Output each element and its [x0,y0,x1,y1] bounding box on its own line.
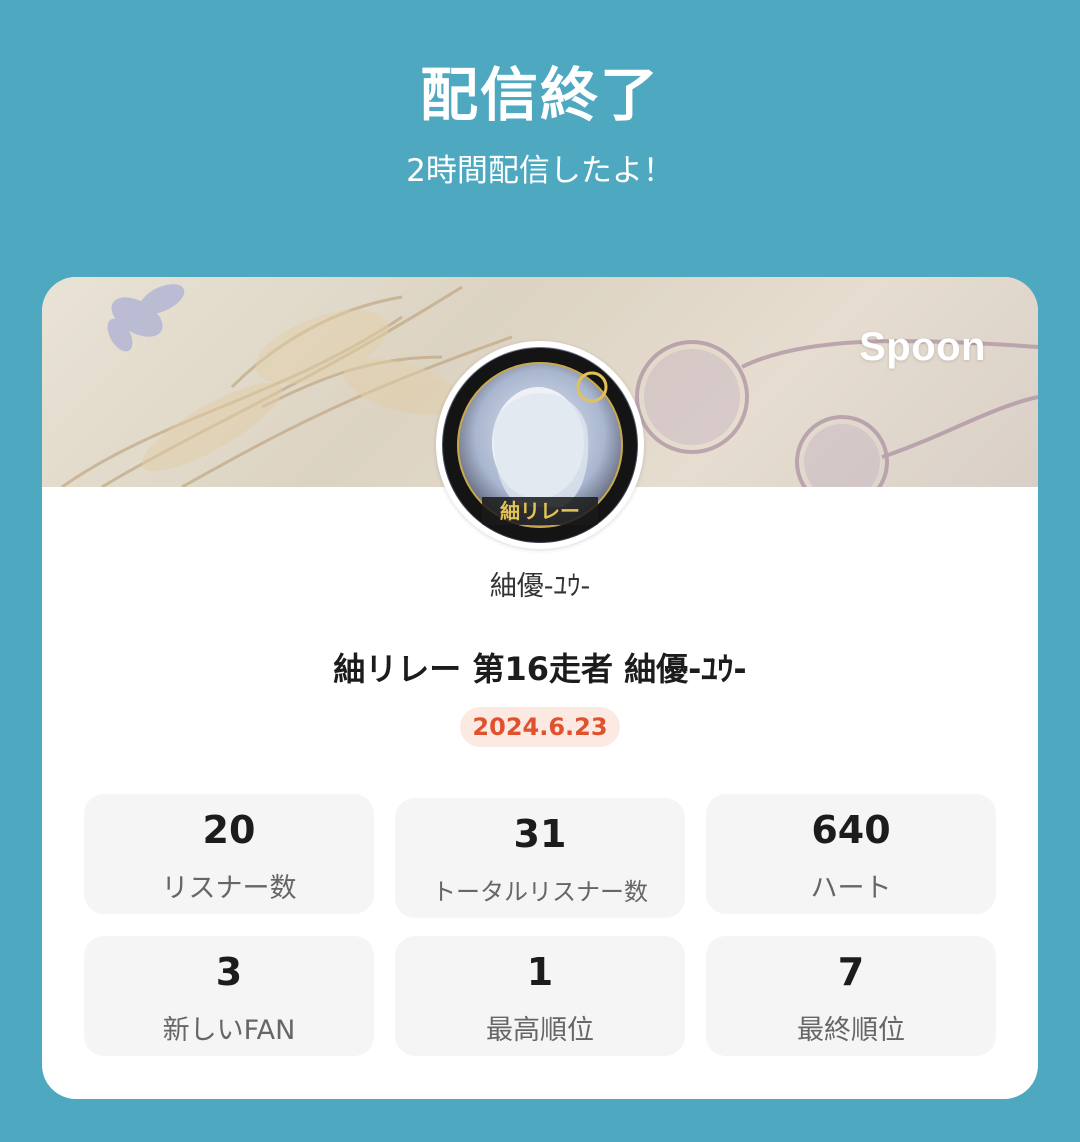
page-title: 配信終了 [419,61,660,129]
stat-label: 新しいFAN [162,1015,296,1046]
date-badge: 2024.6.23 [460,707,620,747]
live-title: 紬リレー 第16走者 紬優-ﾕｳ- [333,650,747,688]
stat-listeners: 20 リスナー数 [84,794,374,914]
stat-label: 最高順位 [486,1015,594,1046]
profile-avatar[interactable]: 紬リレー [436,341,644,549]
stat-final-rank: 7 最終順位 [706,936,996,1056]
page-subtitle: 2時間配信したよ！ [406,153,674,189]
stat-total-listeners: 31 トータルリスナー数 [395,798,685,918]
spoon-logo: Spoon [859,325,986,369]
stat-value: 3 [215,950,243,994]
live-summary-card: Spoon 紬リレー 紬優-ﾕｳ- 紬リレー 第16走者 紬優-ﾕｳ- 2024… [42,277,1038,1099]
stat-hearts: 640 ハート [706,794,996,914]
stat-value: 640 [811,808,891,852]
stat-highest-rank: 1 最高順位 [395,936,685,1056]
stat-value: 31 [513,812,567,856]
stat-value: 1 [526,950,554,994]
stat-value: 7 [837,950,865,994]
dj-name: 紬優-ﾕｳ- [489,571,591,602]
svg-text:紬リレー: 紬リレー [500,499,580,523]
stat-label: トータルリスナー数 [432,878,648,906]
stat-value: 20 [202,808,256,852]
stat-new-fans: 3 新しいFAN [84,936,374,1056]
stat-label: リスナー数 [161,873,297,904]
stat-label: ハート [810,873,892,904]
stat-label: 最終順位 [797,1015,905,1046]
avatar-image: 紬リレー [442,347,638,543]
